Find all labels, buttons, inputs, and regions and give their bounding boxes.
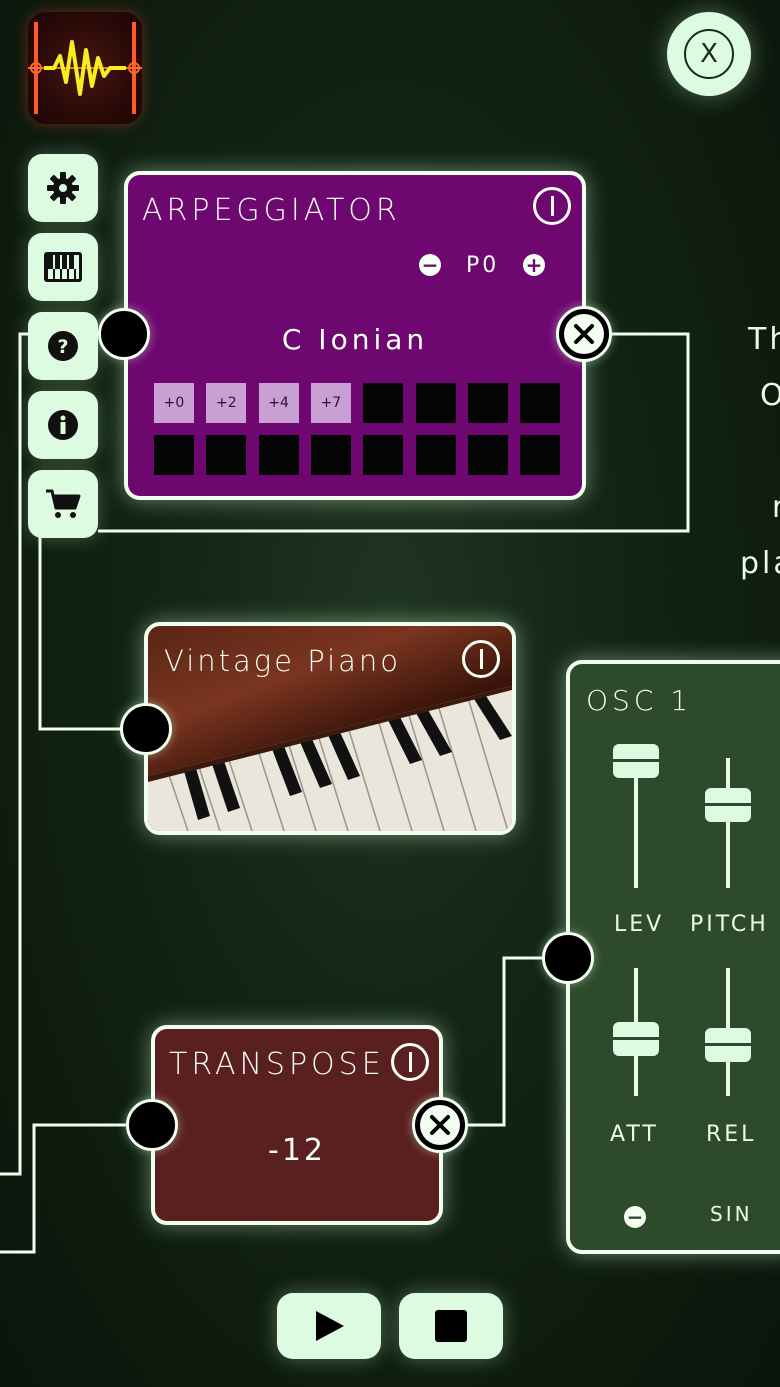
disconnect-icon <box>564 314 604 354</box>
stop-button[interactable] <box>399 1293 503 1359</box>
preset-increment-button[interactable]: + <box>523 254 545 276</box>
power-toggle[interactable] <box>533 187 571 225</box>
arp-step-cell[interactable]: +4 <box>258 383 299 423</box>
module-title: TRANSPOSE <box>169 1047 385 1082</box>
arpeggiator-module[interactable]: ARPEGGIATOR − P0 + C Ionian +0 +2 +4 +7 <box>124 171 586 500</box>
gear-icon <box>47 172 79 204</box>
waveform-app-icon <box>28 22 142 114</box>
arp-step-cell[interactable] <box>258 435 299 475</box>
info-button[interactable] <box>28 391 98 459</box>
arp-step-cell[interactable] <box>206 435 247 475</box>
power-toggle[interactable] <box>391 1043 429 1081</box>
scale-label[interactable]: C Ionian <box>128 323 582 356</box>
waveform-label[interactable]: SIN <box>710 1202 753 1226</box>
att-label: ATT <box>610 1122 659 1147</box>
transpose-module[interactable]: TRANSPOSE -12 <box>151 1025 443 1225</box>
arp-step-cell[interactable] <box>154 435 194 475</box>
wave-decrement-button[interactable]: − <box>624 1206 646 1228</box>
lev-fader-knob[interactable] <box>613 744 659 778</box>
module-title: ARPEGGIATOR <box>142 193 401 228</box>
arp-step-cell[interactable] <box>467 435 508 475</box>
osc-input-port[interactable] <box>542 932 594 984</box>
info-icon <box>48 410 78 440</box>
rel-label: REL <box>706 1122 757 1147</box>
piano-input-port[interactable] <box>120 703 172 755</box>
vintage-piano-module[interactable]: Vintage Piano <box>144 622 516 835</box>
arp-step-cell[interactable]: +0 <box>154 383 194 423</box>
arp-step-cell[interactable] <box>415 383 456 423</box>
question-icon: ? <box>48 331 78 361</box>
pitch-fader-knob[interactable] <box>705 788 751 822</box>
arp-step-cell[interactable] <box>467 383 508 423</box>
arp-step-cell[interactable] <box>363 435 404 475</box>
power-toggle[interactable] <box>462 640 500 678</box>
transpose-value[interactable]: -12 <box>155 1133 439 1168</box>
pitch-fader-track[interactable] <box>726 758 730 888</box>
app-logo <box>28 12 142 124</box>
power-icon <box>408 1052 412 1072</box>
pitch-label: PITCH <box>690 912 769 937</box>
intro-text-line: pla <box>740 546 780 581</box>
transpose-output-port[interactable] <box>412 1097 468 1153</box>
play-icon <box>316 1311 344 1341</box>
preset-decrement-button[interactable]: − <box>419 254 441 276</box>
intro-text-line: Th <box>748 322 780 357</box>
store-button[interactable] <box>28 470 98 538</box>
osc-module[interactable]: OSC 1 LEV PITCH ATT REL − SIN <box>566 660 780 1254</box>
play-button[interactable] <box>277 1293 381 1359</box>
help-button[interactable]: ? <box>28 312 98 380</box>
arpeggiator-input-port[interactable] <box>98 308 150 360</box>
rel-fader-knob[interactable] <box>705 1028 751 1062</box>
step-grid: +0 +2 +4 +7 <box>154 383 564 479</box>
arp-step-cell[interactable] <box>520 435 561 475</box>
transpose-input-port[interactable] <box>126 1099 178 1151</box>
lev-label: LEV <box>614 912 665 937</box>
arp-step-cell[interactable] <box>310 435 351 475</box>
power-icon <box>550 196 554 216</box>
close-icon: X <box>684 29 734 79</box>
arpeggiator-output-port[interactable] <box>556 306 612 362</box>
arp-step-cell[interactable]: +2 <box>206 383 247 423</box>
close-button[interactable]: X <box>667 12 751 96</box>
disconnect-icon <box>420 1105 460 1145</box>
settings-button[interactable] <box>28 154 98 222</box>
cart-icon <box>46 489 81 518</box>
att-fader-knob[interactable] <box>613 1022 659 1056</box>
arp-step-cell[interactable] <box>520 383 561 423</box>
preset-label: P0 <box>466 253 500 278</box>
stop-icon <box>435 1310 467 1342</box>
piano-keys-icon <box>44 252 82 282</box>
arp-step-cell[interactable] <box>363 383 404 423</box>
intro-text-line: O <box>760 378 780 413</box>
power-icon <box>479 649 483 669</box>
svg-text:?: ? <box>57 336 68 358</box>
module-title: Vintage Piano <box>164 644 402 678</box>
module-title: OSC 1 <box>586 684 693 717</box>
intro-text-line: r <box>772 490 780 525</box>
keyboard-button[interactable] <box>28 233 98 301</box>
arp-step-cell[interactable] <box>415 435 456 475</box>
arp-step-cell[interactable]: +7 <box>310 383 351 423</box>
